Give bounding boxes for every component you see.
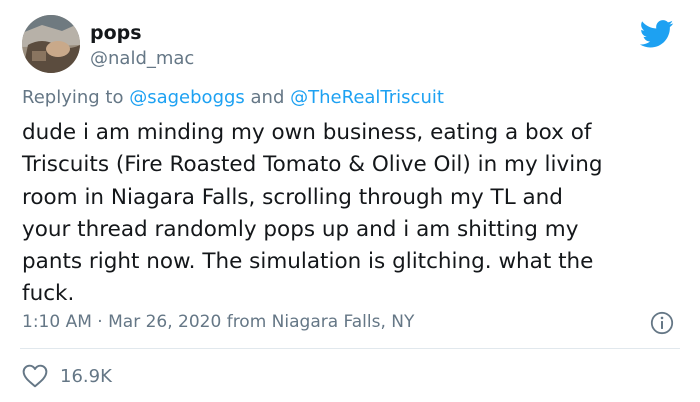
mention-link-sageboggs[interactable]: @sageboggs [129,87,245,108]
like-button[interactable]: 16.9K [22,364,112,388]
like-count: 16.9K [60,365,112,387]
avatar-image [22,15,80,73]
meta-separator: · [97,312,103,332]
info-icon[interactable] [650,311,674,335]
divider [20,348,680,349]
tweet-text: dude i am minding my own business, eatin… [22,120,603,307]
tweet-location: from Niagara Falls, NY [226,312,415,332]
display-name[interactable]: pops [90,22,142,44]
twitter-bird-icon[interactable] [640,20,674,48]
tweet-time[interactable]: 1:10 AM [22,312,92,332]
tweet-date[interactable]: Mar 26, 2020 [108,312,221,332]
replying-to-joiner: and [250,87,285,108]
heart-icon [22,364,48,388]
tweet-card: pops @nald_mac Replying to @sageboggs an… [0,0,700,402]
replying-to: Replying to @sageboggs and @TheRealTrisc… [22,87,444,108]
replying-to-label: Replying to [22,87,124,108]
avatar[interactable] [22,15,80,73]
tweet-metadata: 1:10 AM · Mar 26, 2020 from Niagara Fall… [22,312,414,332]
user-handle[interactable]: @nald_mac [90,48,194,69]
mention-link-therealtriscuit[interactable]: @TheRealTriscuit [290,87,444,108]
